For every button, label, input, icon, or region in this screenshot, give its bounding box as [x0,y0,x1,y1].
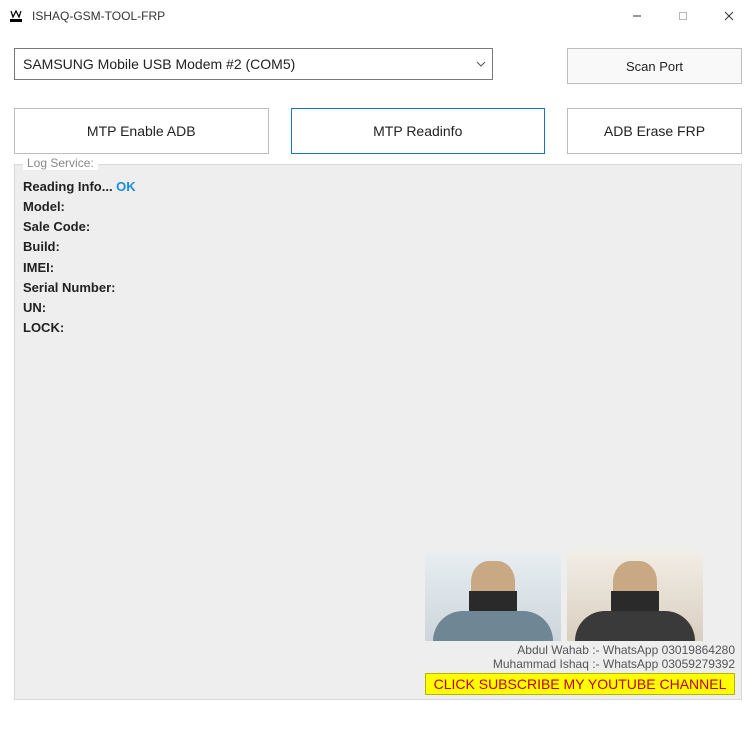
log-imei: IMEI: [23,258,733,278]
log-un: UN: [23,298,733,318]
chevron-down-icon [476,58,486,70]
log-lock: LOCK: [23,318,733,338]
log-build: Build: [23,237,733,257]
log-panel: Log Service: Reading Info... OK Model: S… [14,164,742,700]
log-reading-line: Reading Info... OK [23,177,733,197]
author-photo-1 [425,551,561,641]
log-legend: Log Service: [23,156,98,170]
adb-erase-frp-button[interactable]: ADB Erase FRP [567,108,742,154]
log-body: Reading Info... OK Model: Sale Code: Bui… [23,177,733,338]
mtp-enable-adb-button[interactable]: MTP Enable ADB [14,108,269,154]
contact-line-2: Muhammad Ishaq :- WhatsApp 03059279392 [425,657,735,671]
author-photo-2 [567,551,703,641]
youtube-banner[interactable]: CLICK SUBSCRIBE MY YOUTUBE CHANNEL [425,673,735,695]
log-model: Model: [23,197,733,217]
port-select[interactable]: SAMSUNG Mobile USB Modem #2 (COM5) [14,48,493,80]
scan-port-button[interactable]: Scan Port [567,48,742,84]
port-select-value: SAMSUNG Mobile USB Modem #2 (COM5) [23,56,476,72]
contact-line-1: Abdul Wahab :- WhatsApp 03019864280 [425,643,735,657]
minimize-button[interactable] [614,2,660,30]
close-button[interactable] [706,2,752,30]
log-serial: Serial Number: [23,278,733,298]
log-sale-code: Sale Code: [23,217,733,237]
footer-block: Abdul Wahab :- WhatsApp 03019864280 Muha… [425,551,735,695]
titlebar: ISHAQ-GSM-TOOL-FRP [0,0,756,32]
app-icon [8,8,24,24]
mtp-readinfo-button[interactable]: MTP Readinfo [291,108,546,154]
window-title: ISHAQ-GSM-TOOL-FRP [32,9,614,23]
maximize-button[interactable] [660,2,706,30]
